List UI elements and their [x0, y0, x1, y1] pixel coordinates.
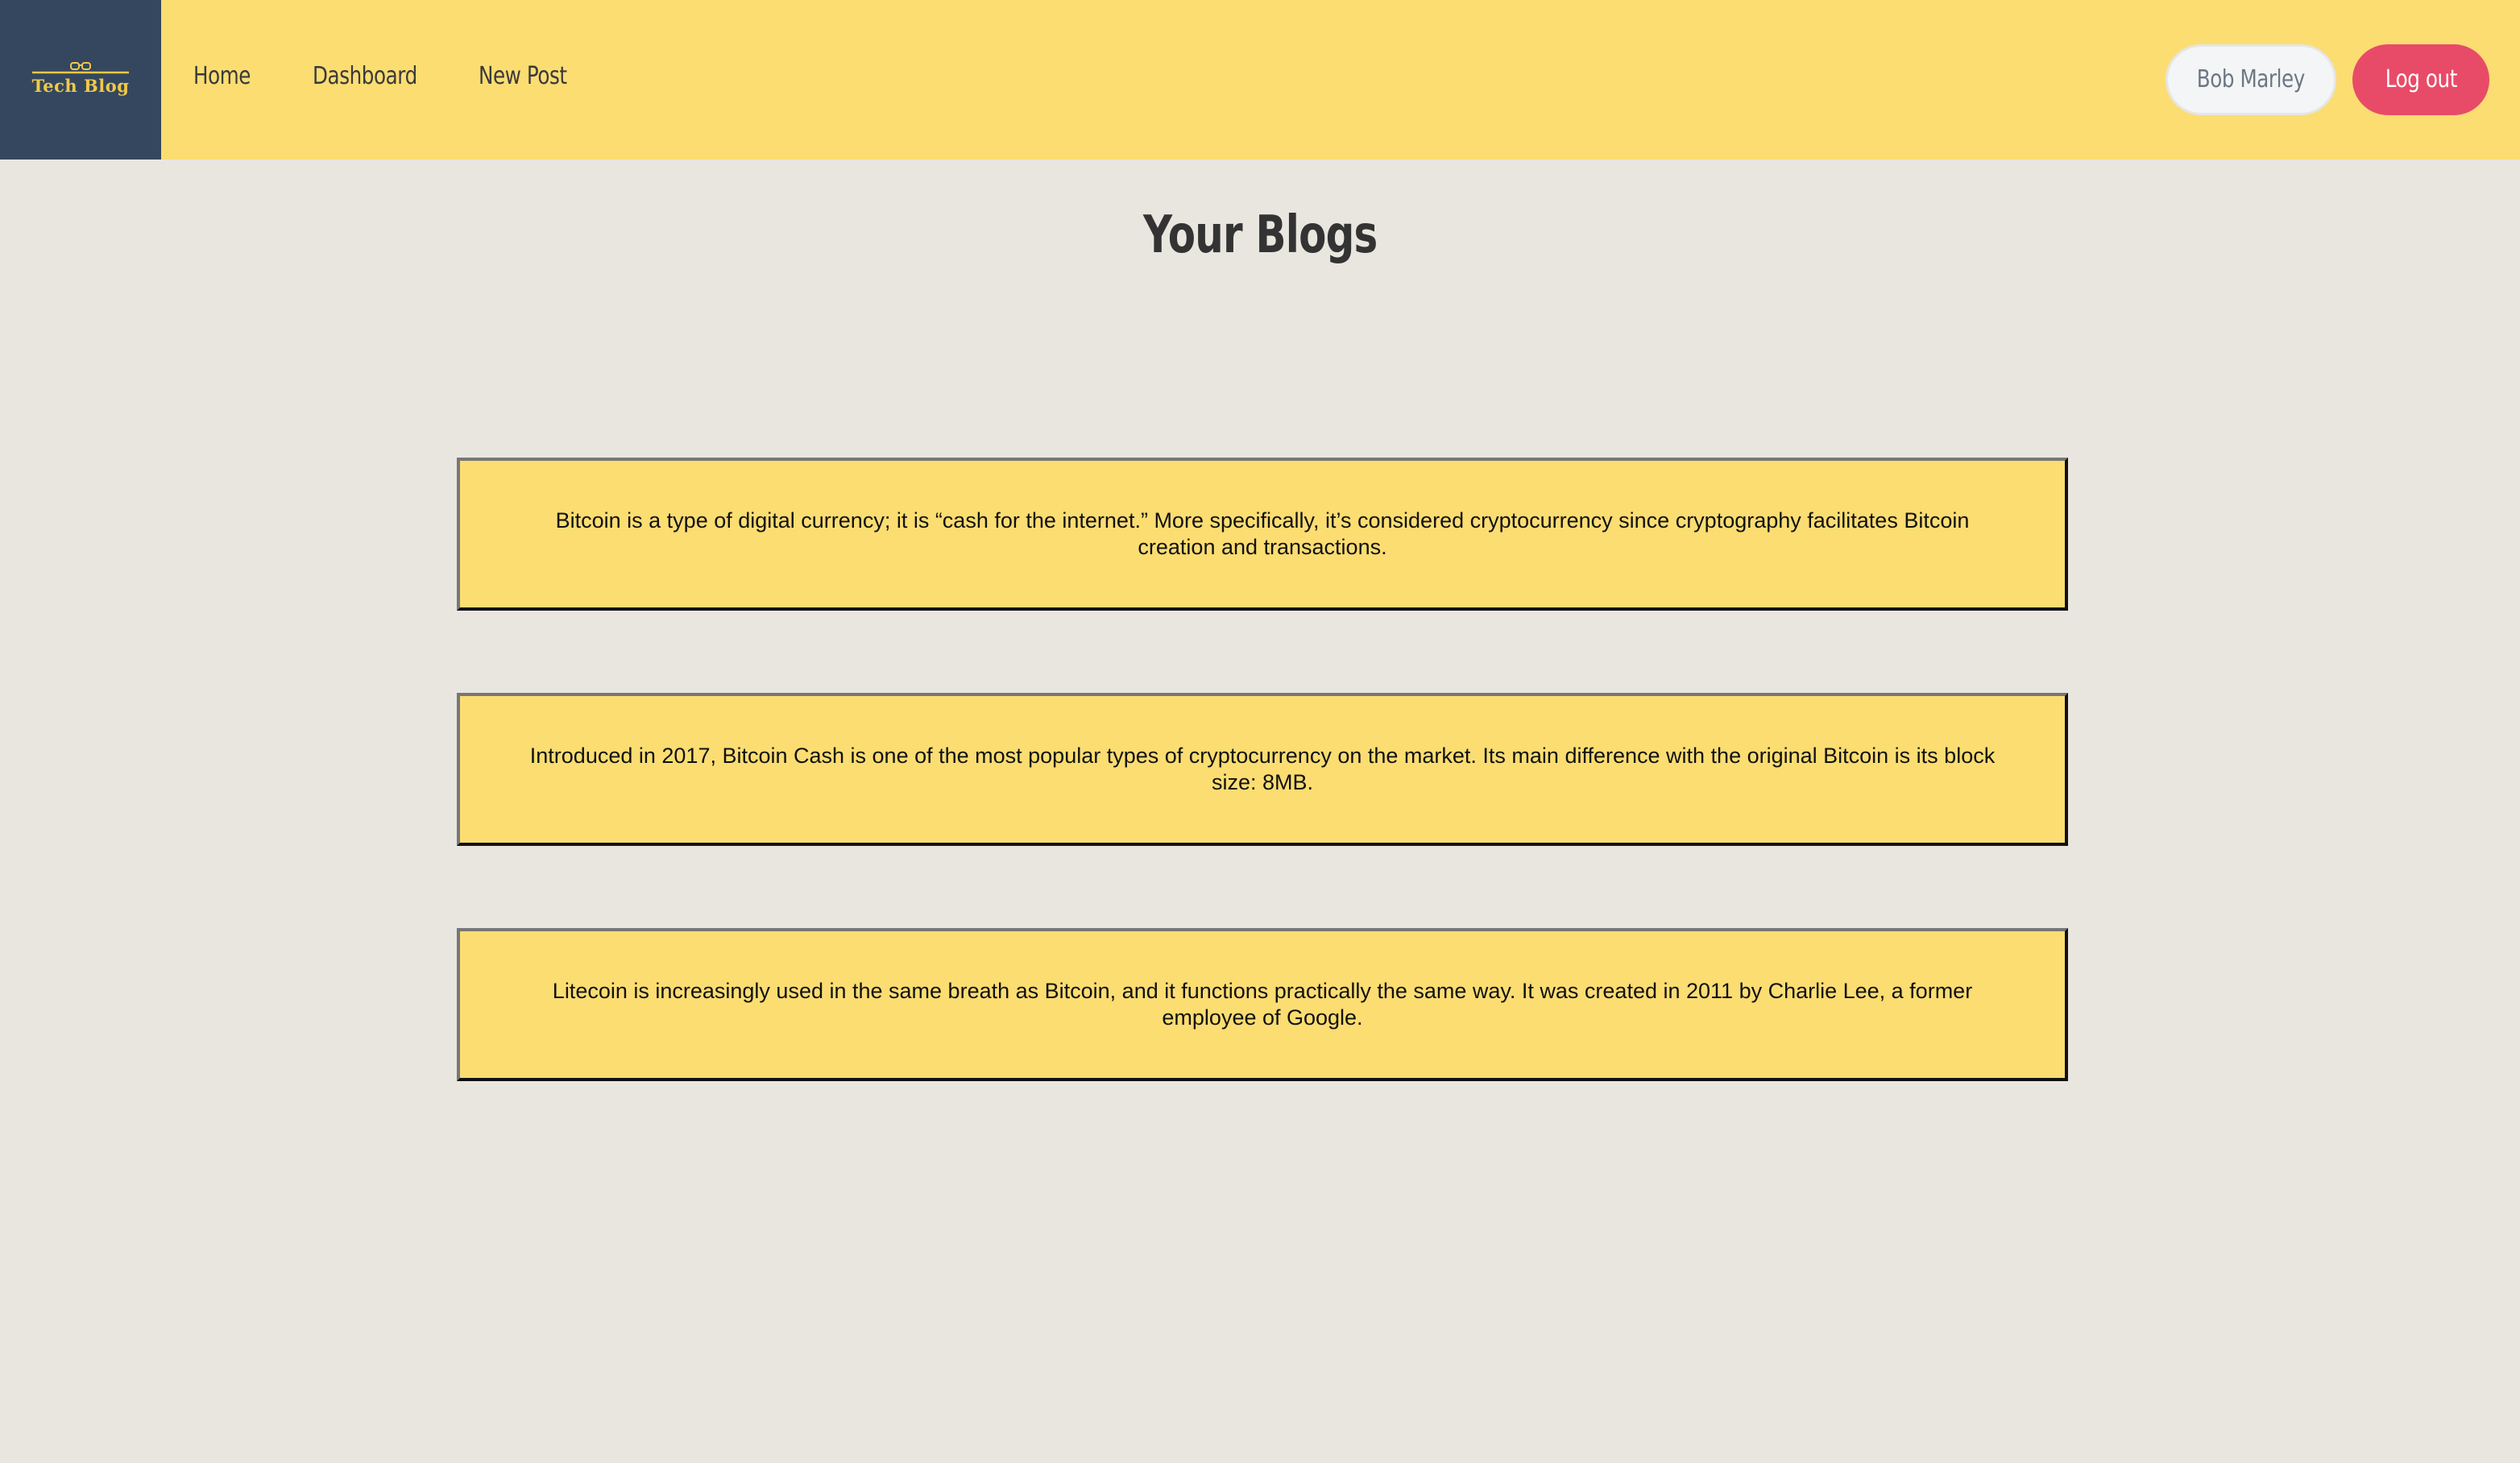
blog-post-card[interactable]: Bitcoin is a type of digital currency; i… [457, 458, 2068, 611]
user-name-button[interactable]: Bob Marley [2166, 44, 2336, 115]
site-logo[interactable]: Tech Blog [0, 0, 161, 160]
blog-post-card[interactable]: Introduced in 2017, Bitcoin Cash is one … [457, 693, 2068, 846]
blog-post-text: Litecoin is increasingly used in the sam… [552, 979, 1973, 1030]
logo-text: Tech Blog [31, 76, 130, 96]
top-navbar: Tech Blog Home Dashboard New Post Bob Ma… [0, 0, 2520, 160]
blog-post-card[interactable]: Litecoin is increasingly used in the sam… [457, 928, 2068, 1081]
blog-post-text: Introduced in 2017, Bitcoin Cash is one … [529, 744, 1996, 794]
user-name-label: Bob Marley [2196, 65, 2306, 93]
page-title: Your Blogs [1142, 205, 1378, 265]
logout-button[interactable]: Log out [2352, 44, 2489, 115]
glasses-icon [32, 62, 129, 74]
nav-dashboard[interactable]: Dashboard [313, 56, 417, 97]
nav-home[interactable]: Home [193, 56, 251, 97]
logout-label: Log out [2385, 65, 2457, 93]
nav-new-post[interactable]: New Post [479, 56, 567, 97]
blog-post-text: Bitcoin is a type of digital currency; i… [555, 508, 1970, 559]
